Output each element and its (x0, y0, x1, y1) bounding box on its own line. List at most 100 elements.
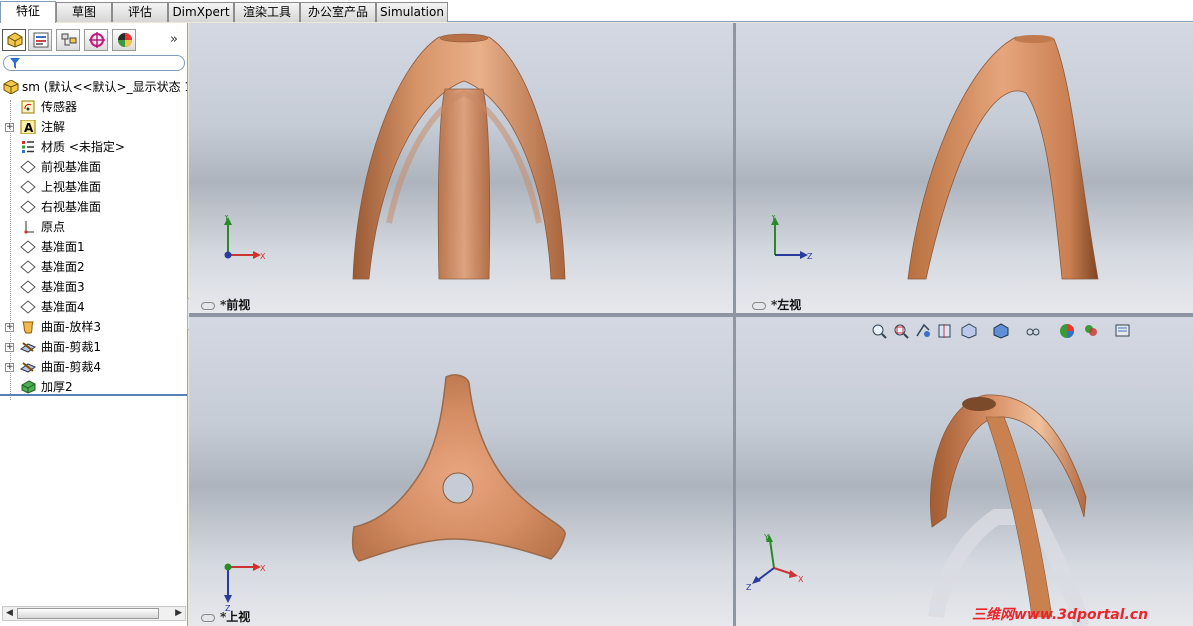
tree-root-part[interactable]: sm (默认<<默认>_显示状态 1 (0, 77, 187, 97)
viewport-isometric[interactable]: Y X Z (736, 317, 1193, 626)
tree-item-top-plane[interactable]: 上视基准面 (0, 177, 187, 197)
axis-z-label: Z (746, 583, 752, 592)
tree-item-plane1[interactable]: 基准面1 (0, 237, 187, 257)
plane-icon (20, 160, 36, 174)
horizontal-scrollbar[interactable]: ◀ ▶ (2, 606, 186, 621)
tab-sketch[interactable]: 草图 (56, 2, 112, 22)
viewport-top[interactable]: X Z *上视 (189, 317, 733, 626)
part-model-left (907, 35, 1099, 280)
axis-y-label: Y (223, 215, 229, 222)
tree-item-front-plane[interactable]: 前视基准面 (0, 157, 187, 177)
tree-item-label: 材质 <未指定> (41, 140, 125, 154)
tree-item-surface-trim4[interactable]: + 曲面-剪裁4 (0, 357, 187, 377)
tree-item-surface-trim1[interactable]: + 曲面-剪裁1 (0, 337, 187, 357)
tree-item-surface-loft3[interactable]: + 曲面-放样3 (0, 317, 187, 337)
view-name: *左视 (771, 298, 802, 312)
plane-icon (20, 260, 36, 274)
feature-tree-icon (7, 32, 23, 48)
zoom-to-fit-icon[interactable] (870, 322, 888, 342)
property-manager-tab[interactable] (28, 29, 52, 51)
tree-item-label: 曲面-放样3 (41, 320, 101, 334)
more-tabs-button[interactable]: » (170, 32, 178, 47)
tab-simulation[interactable]: Simulation (376, 2, 448, 22)
viewport-left[interactable]: Y Z *左视 (736, 23, 1193, 313)
part-model-top (351, 374, 566, 562)
tree-item-label: 基准面2 (41, 260, 85, 274)
display-manager-tab[interactable] (112, 29, 136, 51)
tree-item-material[interactable]: 材质 <未指定> (0, 137, 187, 157)
tree-root-label: sm (默认<<默认>_显示状态 1 (22, 80, 187, 94)
viewport-front-label: *前视 (201, 296, 250, 313)
tab-office-products[interactable]: 办公室产品 (300, 2, 376, 22)
scroll-thumb[interactable] (17, 608, 159, 619)
configuration-manager-tab[interactable] (56, 29, 80, 51)
viewport-left-label: *左视 (752, 296, 801, 313)
tree-item-label: 前视基准面 (41, 160, 102, 174)
plane-icon (20, 180, 36, 194)
command-manager-tabs: 特征 草图 评估 DimXpert 渲染工具 办公室产品 Simulation (0, 0, 1193, 23)
edit-appearance-icon[interactable] (1058, 322, 1076, 342)
feature-manager-panel: » sm (默认<<默认>_显示状态 1 传感器 + A 注解 材质 <未指定> (0, 23, 188, 626)
tree-item-label: 曲面-剪裁4 (41, 360, 101, 374)
tree-item-origin[interactable]: 原点 (0, 217, 187, 237)
part-icon (3, 80, 19, 94)
view-settings-icon[interactable] (1114, 322, 1132, 342)
tree-item-label: 曲面-剪裁1 (41, 340, 101, 354)
axis-x-label: X (798, 575, 804, 584)
tree-item-sensors[interactable]: 传感器 (0, 97, 187, 117)
scroll-right-icon[interactable]: ▶ (175, 607, 182, 620)
tree-item-label: 上视基准面 (41, 180, 102, 194)
scroll-left-icon[interactable]: ◀ (6, 607, 13, 620)
panel-tabs: » (0, 29, 188, 53)
tree-item-right-plane[interactable]: 右视基准面 (0, 197, 187, 217)
link-views-icon[interactable] (201, 613, 215, 622)
tree-connector-line (10, 100, 11, 400)
annotation-icon: A (20, 120, 36, 134)
display-style-icon[interactable] (992, 322, 1010, 342)
tab-dimxpert[interactable]: DimXpert (168, 2, 234, 22)
property-manager-icon (33, 32, 49, 48)
tree-item-annotations[interactable]: + A 注解 (0, 117, 187, 137)
filter-icon (10, 58, 20, 69)
view-orientation-icon[interactable] (960, 322, 978, 342)
watermark-text: 三维网www.3dportal.cn (972, 607, 1149, 623)
view-name: *上视 (220, 610, 251, 624)
dimxpert-manager-tab[interactable] (84, 29, 108, 51)
tab-render-tools[interactable]: 渲染工具 (234, 2, 300, 22)
view-name: *前视 (220, 298, 251, 312)
thicken-icon (21, 380, 36, 394)
tree-item-label: 注解 (41, 120, 66, 134)
apply-scene-icon[interactable] (1082, 322, 1100, 342)
axis-z-label: Z (807, 252, 813, 261)
tab-evaluate[interactable]: 评估 (112, 2, 168, 22)
configuration-icon (61, 33, 77, 46)
axis-triad-isometric: Y X Z (746, 533, 804, 592)
tree-item-plane3[interactable]: 基准面3 (0, 277, 187, 297)
plane-icon (20, 300, 36, 314)
tree-filter-field[interactable] (3, 55, 185, 71)
solidworks-window: 特征 草图 评估 DimXpert 渲染工具 办公室产品 Simulation (0, 0, 1193, 626)
tree-item-plane4[interactable]: 基准面4 (0, 297, 187, 317)
tab-features[interactable]: 特征 (0, 1, 56, 23)
viewport-front[interactable]: Y X *前视 (189, 23, 733, 313)
tree-item-label: 基准面4 (41, 300, 85, 314)
link-views-icon[interactable] (752, 301, 766, 310)
axis-y-label: Y (763, 533, 769, 542)
feature-manager-tab[interactable] (2, 29, 26, 51)
tree-item-label: 原点 (41, 220, 66, 234)
material-icon (22, 141, 34, 153)
svg-text:A: A (24, 121, 34, 134)
tree-item-label: 右视基准面 (41, 200, 102, 214)
surface-loft-icon (22, 321, 34, 334)
tree-item-plane2[interactable]: 基准面2 (0, 257, 187, 277)
hide-show-items-icon[interactable] (1024, 322, 1042, 342)
surface-trim-icon (20, 362, 36, 373)
axis-triad-front: Y X (223, 215, 266, 261)
rollback-bar[interactable] (0, 394, 187, 396)
link-views-icon[interactable] (201, 301, 215, 310)
previous-view-icon[interactable] (914, 322, 932, 342)
zoom-to-area-icon[interactable] (892, 322, 910, 342)
axis-x-label: X (260, 252, 266, 261)
section-view-icon[interactable] (936, 322, 954, 342)
axis-x-label: X (260, 564, 266, 573)
